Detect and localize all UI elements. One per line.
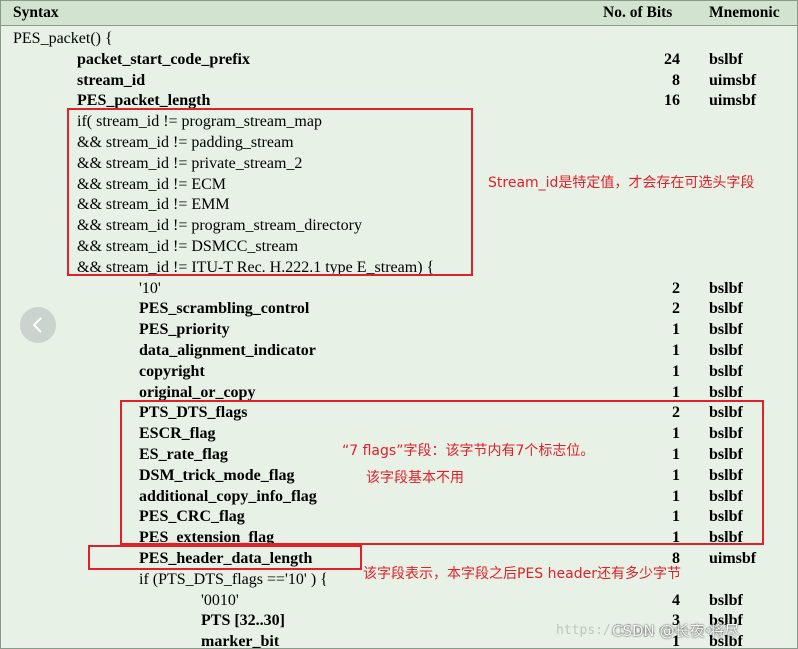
mnemonic-cell: uimsbf xyxy=(709,71,757,89)
syntax-cell: data_alignment_indicator xyxy=(139,342,316,359)
bits-cell: 16 xyxy=(664,92,680,110)
bits-cell: 1 xyxy=(672,321,680,339)
bits-cell: 8 xyxy=(672,71,680,89)
syntax-cell: PTS [32..30] xyxy=(201,612,285,630)
mnemonic-cell: bslbf xyxy=(709,279,743,297)
table-header: Syntax No. of Bits Mnemonic xyxy=(1,1,797,26)
table-row: '0010' 4 bslbf xyxy=(1,590,797,611)
syntax-header: Syntax xyxy=(13,4,59,21)
syntax-cell: '10' xyxy=(139,279,161,297)
watermark: CSDN @长夜·将尽 xyxy=(612,622,740,640)
syntax-cell: '0010' xyxy=(201,591,239,609)
mnemonic-cell: bslbf xyxy=(709,342,743,359)
bits-cell: 24 xyxy=(664,50,680,68)
bits-cell: 4 xyxy=(672,591,680,609)
mnemonic-cell: bslbf xyxy=(709,321,743,339)
stream-id-condition-box xyxy=(67,108,473,276)
table-row: '10' 2 bslbf xyxy=(1,278,797,299)
bits-cell: 2 xyxy=(672,300,680,318)
mnemonic-cell: bslbf xyxy=(709,50,743,68)
syntax-cell: PES_priority xyxy=(139,321,230,339)
table-row: data_alignment_indicator 1 bslbf xyxy=(1,340,797,361)
table-row: packet_start_code_prefix 24 bslbf xyxy=(1,49,797,70)
mnemonic-cell: bslbf xyxy=(709,300,743,318)
chevron-left-icon xyxy=(32,317,42,333)
syntax-cell: PES_packet() { xyxy=(13,30,113,47)
mnemonic-cell: bslbf xyxy=(709,591,743,609)
prev-image-button[interactable] xyxy=(20,307,56,343)
syntax-cell: packet_start_code_prefix xyxy=(77,50,250,68)
syntax-cell: marker_bit xyxy=(201,633,280,649)
table-row: stream_id 8 uimsbf xyxy=(1,70,797,91)
bits-cell: 2 xyxy=(672,279,680,297)
bits-cell: 1 xyxy=(672,362,680,380)
mnemonic-header: Mnemonic xyxy=(709,4,780,21)
syntax-cell: PES_scrambling_control xyxy=(139,300,310,318)
syntax-cell: copyright xyxy=(139,362,205,380)
flags-note-2: 该字段基本不用 xyxy=(366,470,464,486)
flags-note-1: “7 flags”字段：该字节内有7个标志位。 xyxy=(342,443,595,459)
bits-header: No. of Bits xyxy=(603,4,673,21)
bits-cell: 1 xyxy=(672,342,680,359)
mnemonic-cell: uimsbf xyxy=(709,550,757,567)
mnemonic-cell: uimsbf xyxy=(709,92,757,110)
table-row: PES_priority 1 bslbf xyxy=(1,319,797,340)
table-row: copyright 1 bslbf xyxy=(1,361,797,382)
syntax-cell: stream_id xyxy=(77,71,146,89)
stream-id-note: Stream_id是特定值，才会存在可选头字段 xyxy=(488,175,755,191)
header-data-length-box xyxy=(88,545,362,570)
syntax-cell: if (PTS_DTS_flags =='10' ) { xyxy=(139,570,328,588)
table-row: PES_packet() { xyxy=(1,28,797,49)
mnemonic-cell: bslbf xyxy=(709,362,743,380)
table-row: PES_scrambling_control 2 bslbf xyxy=(1,298,797,319)
header-length-note: 该字段表示，本字段之后PES header还有多少字节 xyxy=(363,566,681,582)
